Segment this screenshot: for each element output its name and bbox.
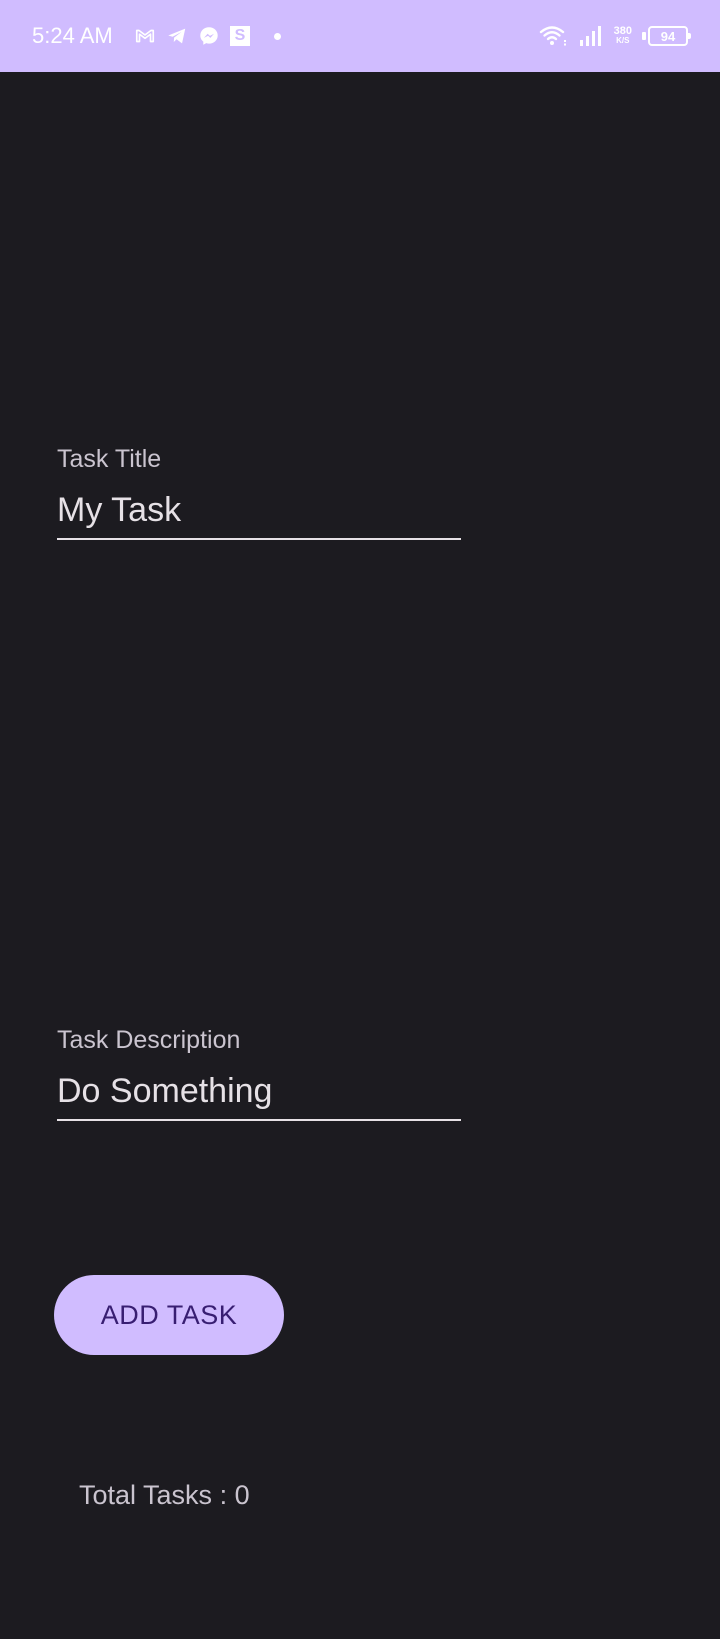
status-bar: 5:24 AM S 380 K/S 94 <box>0 0 720 72</box>
gmail-icon <box>135 29 155 43</box>
telegram-icon <box>168 28 186 44</box>
add-task-button[interactable]: ADD TASK <box>54 1275 284 1355</box>
status-time: 5:24 AM <box>32 23 113 48</box>
signal-icon <box>579 26 601 46</box>
battery-icon: 94 <box>642 26 691 46</box>
network-speed-unit: K/S <box>616 36 630 45</box>
task-title-field: Task Title <box>57 444 461 540</box>
s-app-icon: S <box>230 26 250 46</box>
total-tasks-count: Total Tasks : 0 <box>79 1480 250 1510</box>
system-icons: 380 K/S 94 <box>538 22 691 50</box>
network-speed-value: 380 <box>613 25 632 37</box>
battery-level: 94 <box>660 28 676 44</box>
network-speed: 380 K/S <box>614 26 632 46</box>
task-title-label: Task Title <box>57 445 162 473</box>
task-description-field: Task Description <box>57 1025 461 1121</box>
task-description-input[interactable] <box>57 1069 461 1121</box>
notification-dot-icon <box>274 32 281 40</box>
task-description-label: Task Description <box>57 1026 241 1054</box>
wifi-icon <box>539 26 566 46</box>
notification-icons: S <box>134 22 281 50</box>
messenger-icon <box>200 27 218 45</box>
task-title-input[interactable] <box>57 488 461 540</box>
